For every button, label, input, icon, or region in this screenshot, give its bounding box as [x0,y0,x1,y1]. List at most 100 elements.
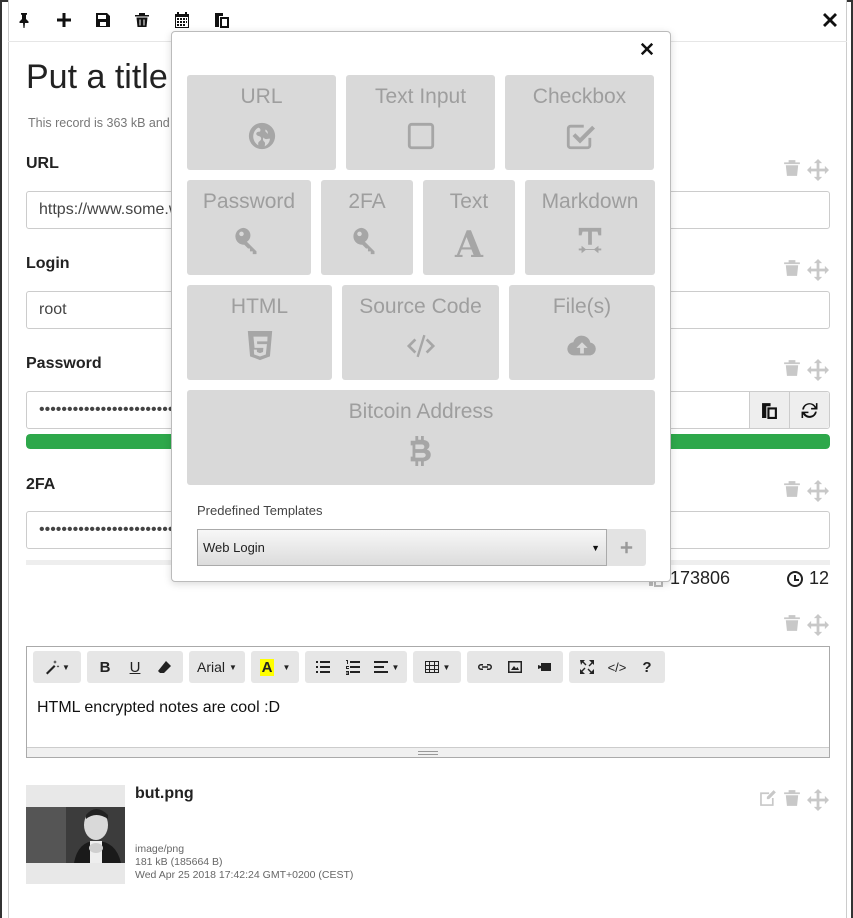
underline-icon[interactable]: U [121,653,149,681]
font-family-dropdown[interactable]: Arial ▼ [193,653,241,681]
trash-icon[interactable] [783,159,801,186]
magic-wand-icon[interactable]: ▼ [37,653,77,681]
file-field-actions [759,789,829,816]
file-name: but.png [135,785,194,802]
tile-password-label: Password [202,190,296,213]
tile-html-label: HTML [230,295,289,318]
tile-checkbox[interactable]: Checkbox [505,75,654,170]
portrait-image [26,807,125,863]
generate-password-button[interactable] [789,392,829,428]
help-icon[interactable]: ? [633,653,661,681]
editor-resize-handle[interactable] [27,747,829,757]
file-thumbnail[interactable] [26,785,125,884]
trash-icon[interactable] [783,359,801,386]
calendar-icon[interactable] [172,10,192,30]
plus-icon[interactable] [54,10,74,30]
tile-files[interactable]: File(s) [509,285,655,380]
file-size: 181 kB (185664 B) [135,856,223,868]
code-view-icon[interactable]: </> [603,653,631,681]
editor-content[interactable]: HTML encrypted notes are cool :D [37,699,280,717]
clock-icon [787,570,803,587]
link-icon[interactable] [471,653,499,681]
html5-icon [187,331,332,361]
add-template-button[interactable] [607,529,646,566]
tfa-seconds: 12 [809,568,830,588]
refresh-icon [801,402,818,418]
pin-icon[interactable] [14,10,34,30]
tile-url[interactable]: URL [187,75,336,170]
tile-files-label: File(s) [552,295,612,318]
plus-icon [620,541,633,554]
fullscreen-icon[interactable] [573,653,601,681]
move-icon[interactable] [807,789,829,816]
tile-markdown[interactable]: Markdown [525,180,655,275]
style-group: ▼ [33,651,81,683]
move-icon[interactable] [807,259,829,286]
tile-text[interactable]: Text A [423,180,515,275]
paragraph-group: ▼ [305,651,407,683]
file-date: Wed Apr 25 2018 17:42:24 GMT+0200 (CEST) [135,869,354,881]
align-icon[interactable]: ▼ [369,653,403,681]
trash-icon[interactable] [132,10,152,30]
checkbox-icon [505,121,654,151]
bold-icon[interactable]: B [91,653,119,681]
edit-icon[interactable] [759,789,777,816]
close-icon[interactable] [820,10,840,30]
copy-icon [762,402,777,419]
move-icon[interactable] [807,614,829,641]
login-field-actions [783,259,829,286]
text-color-icon[interactable]: A ▼ [255,653,295,681]
tile-url-label: URL [240,85,283,108]
font-group: Arial ▼ [189,651,245,683]
record-title[interactable]: Put a title [26,58,168,97]
trash-icon[interactable] [783,614,801,641]
close-icon[interactable] [640,42,658,60]
tile-password[interactable]: Password [187,180,311,275]
move-icon[interactable] [807,159,829,186]
password-label: Password [26,355,102,372]
tile-text-label: Text [449,190,489,213]
cloud-upload-icon [509,331,655,361]
tile-text-input[interactable]: Text Input [346,75,495,170]
tile-markdown-label: Markdown [541,190,639,213]
bitcoin-icon [187,436,655,466]
format-group: B U [87,651,183,683]
square-icon [346,121,495,151]
key-icon [187,226,311,256]
font-icon: A [455,224,483,266]
copy-icon[interactable] [212,10,232,30]
trash-icon[interactable] [783,480,801,507]
tile-2fa-label: 2FA [348,190,386,213]
html-field-actions [783,614,829,641]
move-icon[interactable] [807,480,829,507]
tile-checkbox-label: Checkbox [532,85,627,108]
insert-group [467,651,563,683]
copy-password-button[interactable] [749,392,789,428]
code-icon [342,331,499,361]
tfa-timer: 12 [787,568,829,589]
record-meta: This record is 363 kB and [28,116,170,130]
tile-bitcoin[interactable]: Bitcoin Address [187,390,655,485]
tfa-field-actions [783,480,829,507]
chevron-down-icon: ▼ [591,543,600,553]
add-field-modal: URL Text Input Checkbox Password 2FA Tex… [171,31,671,582]
move-icon[interactable] [807,359,829,386]
unordered-list-icon[interactable] [309,653,337,681]
image-icon[interactable] [501,653,529,681]
tile-2fa[interactable]: 2FA [321,180,413,275]
tile-source-code-label: Source Code [359,295,482,318]
html-editor: ▼ B U Arial ▼ A ▼ ▼ ▼ </> ? HTML encrypt… [26,646,830,758]
tile-source-code[interactable]: Source Code [342,285,499,380]
templates-selected-value: Web Login [203,540,265,555]
table-icon[interactable]: ▼ [417,653,457,681]
trash-icon[interactable] [783,259,801,286]
save-icon[interactable] [93,10,113,30]
tile-html[interactable]: HTML [187,285,332,380]
video-icon[interactable] [531,653,559,681]
templates-select[interactable]: Web Login ▼ [197,529,607,566]
eraser-icon[interactable] [151,653,179,681]
ordered-list-icon[interactable] [339,653,367,681]
url-field-actions [783,159,829,186]
text-width-icon [525,226,655,256]
trash-icon[interactable] [783,789,801,816]
